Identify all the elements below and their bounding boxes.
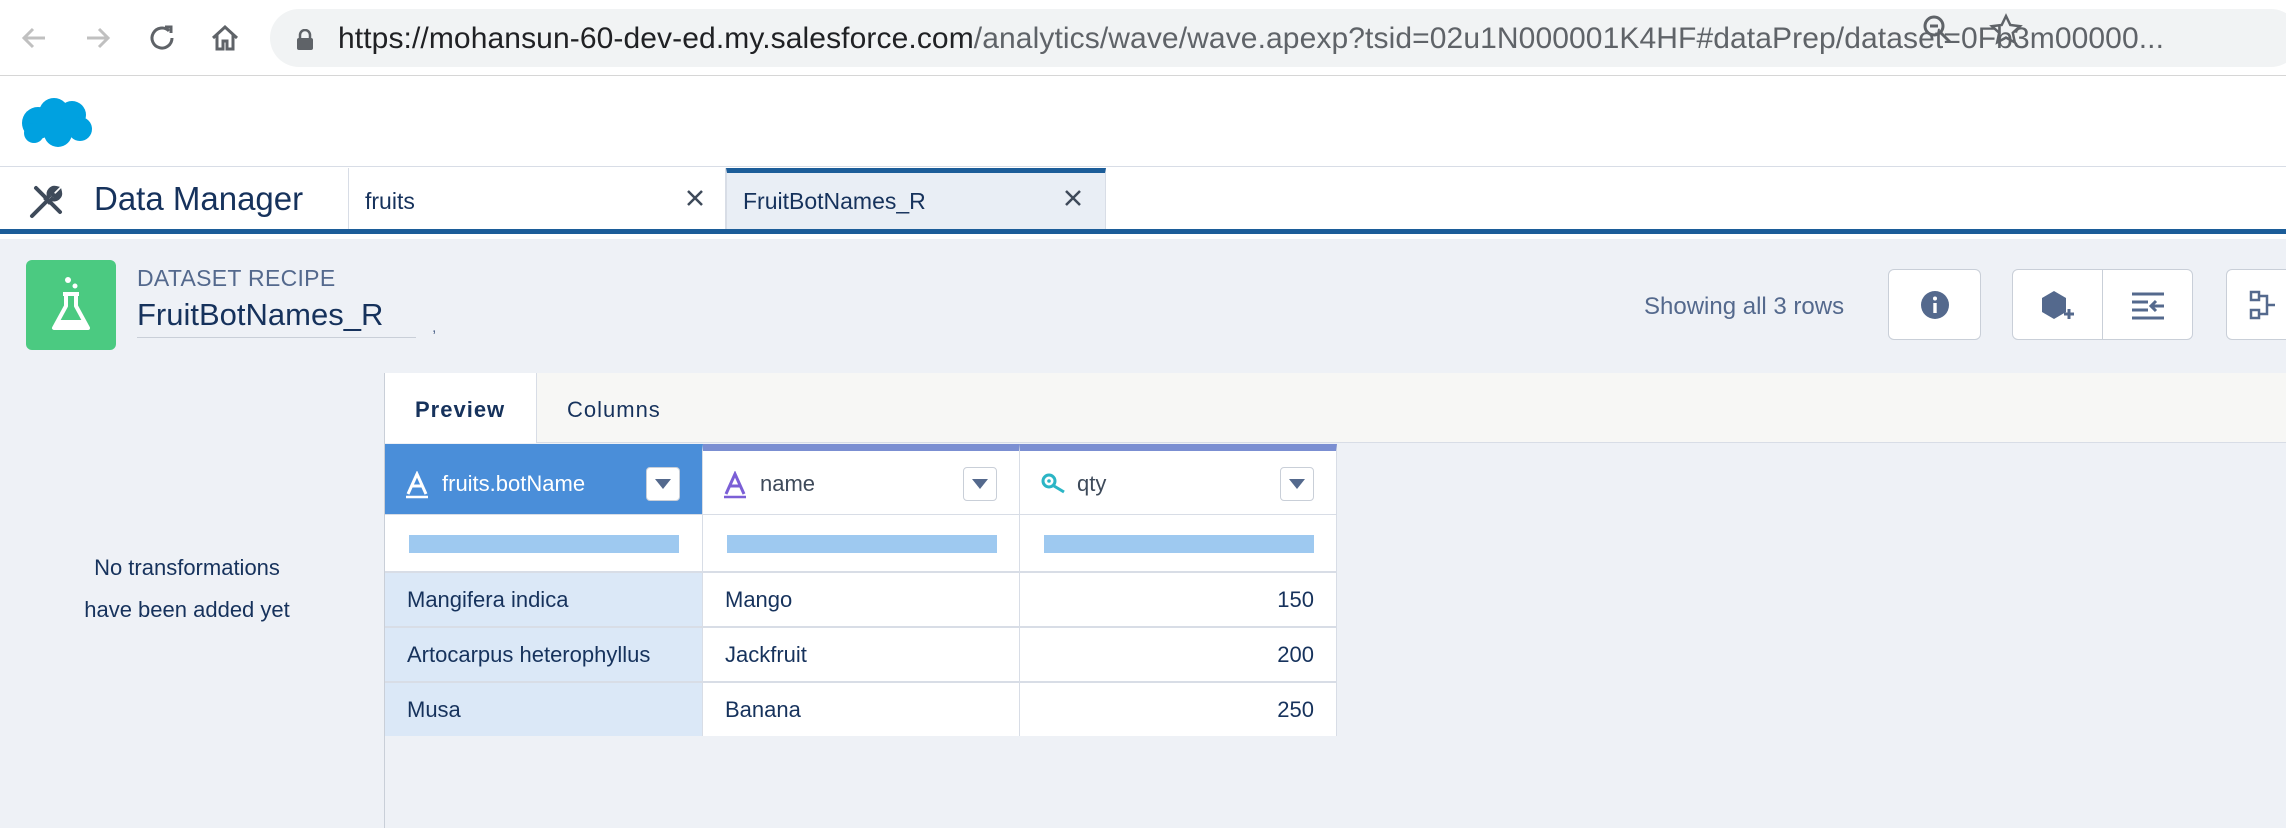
close-icon — [687, 190, 703, 206]
column-menu-button[interactable] — [963, 467, 997, 501]
arrow-right-icon — [87, 27, 111, 49]
home-icon — [211, 24, 239, 51]
column-header-qty[interactable]: qty — [1020, 444, 1337, 514]
rows-status: Showing all 3 rows — [1644, 293, 1845, 320]
home-button[interactable] — [203, 16, 247, 60]
back-button[interactable] — [12, 16, 56, 60]
text-type-icon — [724, 471, 746, 499]
chevron-down-icon — [655, 479, 671, 489]
column-label: name — [760, 471, 816, 496]
hierarchy-icon — [2249, 290, 2275, 319]
star-icon[interactable] — [1988, 12, 2024, 48]
table-cell[interactable]: 200 — [1020, 626, 1337, 681]
empty-transformations-note: No transformations have been added yet — [40, 547, 334, 631]
column-distribution-bar — [1020, 514, 1337, 571]
add-transformation-button[interactable] — [2012, 269, 2103, 340]
column-distribution-bar — [385, 514, 703, 571]
distribution-bar — [409, 535, 679, 553]
reload-icon — [150, 25, 174, 50]
column-menu-button[interactable] — [646, 467, 680, 501]
close-tab-button[interactable] — [1057, 182, 1089, 214]
edit-title-indicator[interactable]: , — [432, 319, 436, 337]
salesforce-cloud-logo[interactable] — [18, 95, 94, 149]
column-header-fruits-botname[interactable]: fruits.botName — [385, 444, 703, 514]
text-type-icon — [406, 471, 428, 499]
list-arrows-icon — [2131, 292, 2164, 319]
table-cell[interactable]: Jackfruit — [703, 626, 1020, 681]
tab-columns[interactable]: Columns — [537, 373, 687, 443]
url-text: https://mohansun-60-dev-ed.my.salesforce… — [338, 22, 2164, 56]
info-icon — [1920, 290, 1949, 319]
salesforce-header — [0, 77, 2286, 167]
app-title: Data Manager — [94, 180, 304, 217]
recipe-title[interactable]: FruitBotNames_R — [137, 297, 417, 338]
url-path: /analytics/wave/wave.apexp?tsid=02u1N000… — [973, 22, 2165, 55]
lock-icon — [297, 29, 313, 50]
chevron-down-icon — [972, 479, 988, 489]
address-bar[interactable]: https://mohansun-60-dev-ed.my.salesforce… — [270, 9, 2286, 67]
arrow-left-icon — [21, 27, 45, 49]
recipe-icon — [26, 260, 116, 350]
zoom-icon[interactable] — [1920, 12, 1954, 46]
app-tab-bar: Data Manager fruits FruitBotNames_R — [0, 168, 2286, 234]
column-filter-button[interactable] — [2102, 269, 2193, 340]
distribution-bar — [727, 535, 997, 553]
wrench-screwdriver-icon — [30, 185, 63, 218]
browser-toolbar: https://mohansun-60-dev-ed.my.salesforce… — [0, 0, 2286, 76]
tab-label: FruitBotNames_R — [743, 188, 926, 214]
tab-fruitbotnames-r[interactable]: FruitBotNames_R — [726, 168, 1106, 229]
table-cell[interactable]: 250 — [1020, 681, 1337, 736]
table-cell[interactable]: Banana — [703, 681, 1020, 736]
note-line-2: have been added yet — [84, 597, 290, 622]
column-menu-button[interactable] — [1280, 467, 1314, 501]
lineage-button[interactable] — [2226, 269, 2286, 340]
table-cell[interactable]: Artocarpus heterophyllus — [385, 626, 703, 681]
tab-fruits[interactable]: fruits — [348, 168, 726, 229]
note-line-1: No transformations — [94, 555, 280, 580]
chevron-down-icon — [1289, 479, 1305, 489]
table-cell[interactable]: Mango — [703, 571, 1020, 626]
column-label: fruits.botName — [442, 471, 586, 496]
table-cell[interactable]: Musa — [385, 681, 703, 736]
measure-type-icon — [1041, 473, 1065, 494]
close-tab-button[interactable] — [679, 182, 711, 214]
close-icon — [1065, 190, 1081, 206]
reload-button[interactable] — [140, 16, 184, 60]
recipe-workspace: DATASET RECIPE FruitBotNames_R , Showing… — [0, 239, 2286, 828]
info-button[interactable] — [1888, 269, 1981, 340]
url-domain: https://mohansun-60-dev-ed.my.salesforce… — [338, 22, 974, 55]
table-cell[interactable]: Mangifera indica — [385, 571, 703, 626]
distribution-bar — [1044, 535, 1314, 553]
preview-tab-bar: Preview Columns — [385, 373, 2286, 443]
column-header-name[interactable]: name — [703, 444, 1020, 514]
tab-label: fruits — [365, 188, 415, 214]
tab-preview[interactable]: Preview — [385, 373, 537, 443]
flask-icon — [52, 277, 90, 330]
recipe-kicker: DATASET RECIPE — [137, 265, 336, 291]
table-cell[interactable]: 150 — [1020, 571, 1337, 626]
forward-button[interactable] — [76, 16, 120, 60]
column-label: qty — [1077, 471, 1107, 496]
column-distribution-bar — [703, 514, 1020, 571]
hexagon-plus-icon — [2041, 290, 2074, 319]
